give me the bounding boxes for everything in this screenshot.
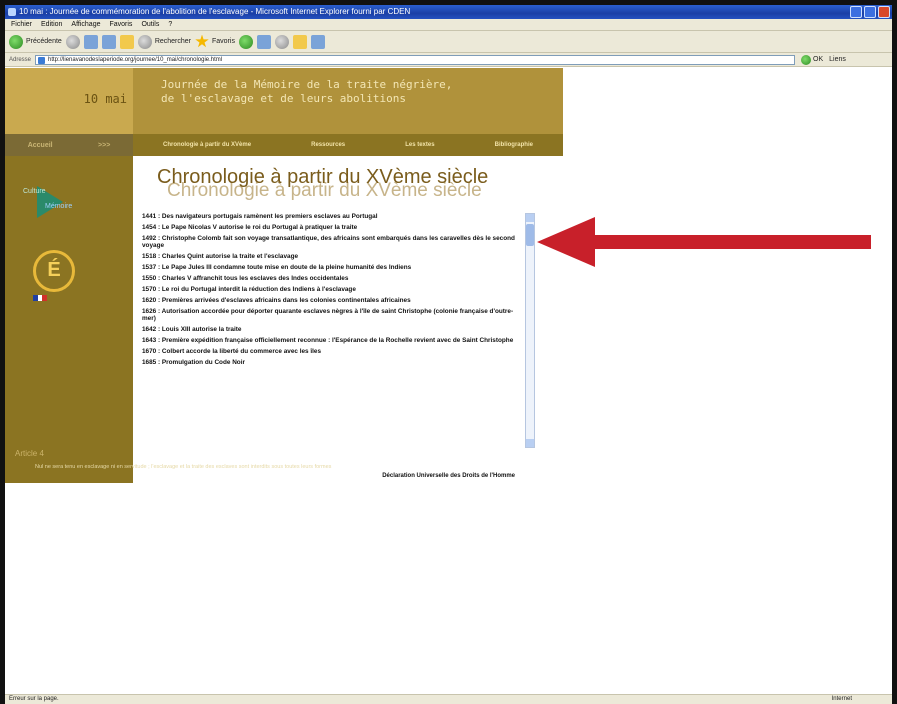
home-icon[interactable]	[119, 34, 134, 49]
page-viewport: 10 mai Accueil >>> Culture Mémoire É Art…	[5, 68, 892, 694]
forward-button-icon[interactable]	[65, 34, 80, 49]
address-label: Adresse	[9, 56, 32, 63]
list-item: 1537 : Le Pape Jules III condamne toute …	[142, 264, 412, 271]
chronology-scrollbar[interactable]	[525, 213, 535, 448]
menu-fichier[interactable]: Fichier	[11, 19, 32, 30]
menu-help[interactable]: ?	[168, 19, 172, 30]
favorites-label: Favoris	[212, 38, 235, 45]
window-controls	[850, 6, 890, 18]
list-item: 1620 : Premières arrivées d'esclaves afr…	[142, 297, 411, 304]
red-arrow-annotation	[537, 217, 871, 267]
home-arrow: >>>	[98, 141, 111, 149]
menu-edition[interactable]: Edition	[41, 19, 62, 30]
screen-frame: 10 mai : Journée de commémoration de l'a…	[0, 0, 897, 704]
status-text: Erreur sur la page.	[9, 696, 59, 702]
list-item: 1492 : Christophe Colomb fait son voyage…	[142, 235, 515, 249]
list-item: 1643 : Première expédition française off…	[142, 337, 514, 344]
list-item: 1626 : Autorisation accordée pour déport…	[142, 308, 514, 322]
chronology-list: 1441 : Des navigateurs portugais ramènen…	[142, 213, 526, 448]
maximize-button[interactable]	[864, 6, 876, 18]
links-button[interactable]: Liens	[829, 56, 846, 63]
list-item: 1441 : Des navigateurs portugais ramènen…	[142, 213, 378, 220]
nav-ressources[interactable]: Ressources	[311, 142, 345, 148]
menu-affichage[interactable]: Affichage	[71, 19, 100, 30]
favorites-button[interactable]: Favoris	[195, 34, 235, 49]
stop-icon[interactable]	[83, 34, 98, 49]
close-button[interactable]	[878, 6, 890, 18]
article-label: Article 4	[15, 449, 44, 458]
list-item: 1454 : Le Pape Nicolas V autorise le roi…	[142, 224, 358, 231]
search-label: Rechercher	[154, 38, 191, 45]
minimize-button[interactable]	[850, 6, 862, 18]
date-label: 10 mai	[5, 68, 133, 134]
go-button[interactable]: OK	[801, 54, 824, 65]
messenger-icon[interactable]	[310, 34, 325, 49]
list-item: 1550 : Charles V affranchit tous les esc…	[142, 275, 349, 282]
site-banner: Journée de la Mémoire de la traite négri…	[133, 68, 563, 134]
print-icon[interactable]	[274, 34, 289, 49]
nav-textes[interactable]: Les textes	[405, 142, 434, 148]
caption-quote: Nul ne sera tenu en esclavage ni en serv…	[35, 464, 332, 470]
banner-line-2: de l'esclavage et de leurs abolitions	[161, 92, 407, 105]
go-label: OK	[813, 56, 824, 63]
scroll-thumb[interactable]	[526, 224, 534, 246]
search-icon	[137, 34, 152, 49]
site-sidebar: 10 mai Accueil >>> Culture Mémoire É Art…	[5, 68, 133, 483]
logo-text-1: Culture	[23, 188, 46, 195]
list-item: 1685 : Promulgation du Code Noir	[142, 359, 245, 366]
back-label: Précédente	[26, 38, 62, 45]
list-item: 1518 : Charles Quint autorise la traite …	[142, 253, 299, 260]
education-logo[interactable]: É	[33, 250, 75, 292]
browser-toolbar: Précédente Rechercher Favoris	[5, 31, 892, 53]
go-arrow-icon	[801, 54, 812, 65]
page-heading: Chronologie à partir du XVème siècle Chr…	[157, 166, 567, 206]
folder-icon[interactable]	[292, 34, 307, 49]
nav-chronologie[interactable]: Chronologie à partir du XVème	[163, 142, 251, 148]
home-link[interactable]: Accueil	[28, 142, 53, 149]
status-zone: Internet	[831, 696, 852, 702]
menu-outils[interactable]: Outils	[141, 19, 159, 30]
search-button[interactable]: Rechercher	[137, 34, 191, 49]
list-item: 1570 : Le roi du Portugal interdit la ré…	[142, 286, 356, 293]
address-bar: Adresse http://lienavanodeslaperiode.org…	[5, 53, 892, 67]
menu-favoris[interactable]: Favoris	[109, 19, 132, 30]
window-title-bar: 10 mai : Journée de commémoration de l'a…	[5, 5, 892, 19]
culture-logo[interactable]: Culture Mémoire	[19, 184, 109, 218]
site-nav: Chronologie à partir du XVème Ressources…	[133, 134, 563, 156]
menu-bar: Fichier Edition Affichage Favoris Outils…	[5, 19, 892, 31]
ie-window-icon	[8, 8, 16, 16]
mail-icon[interactable]	[256, 34, 271, 49]
back-button[interactable]: Précédente	[9, 34, 62, 49]
history-icon[interactable]	[238, 34, 253, 49]
french-flag-icon	[33, 295, 48, 301]
scroll-up-icon[interactable]	[526, 214, 534, 222]
list-item: 1670 : Colbert accorde la liberté du com…	[142, 348, 322, 355]
list-item: 1642 : Louis XIII autorise la traite	[142, 326, 242, 333]
scroll-down-icon[interactable]	[526, 439, 534, 447]
back-arrow-icon	[9, 34, 23, 49]
window-title: 10 mai : Journée de commémoration de l'a…	[19, 7, 411, 16]
page-title: Chronologie à partir du XVème siècle	[157, 166, 489, 188]
nav-bibliographie[interactable]: Bibliographie	[495, 142, 533, 148]
caption-source: Déclaration Universelle des Droits de l'…	[382, 473, 515, 479]
sidebar-nav: Accueil >>>	[5, 134, 133, 156]
red-arrow-shape	[537, 217, 871, 267]
banner-line-1: Journée de la Mémoire de la traite négri…	[161, 78, 453, 91]
address-input[interactable]: http://lienavanodeslaperiode.org/journee…	[35, 54, 796, 65]
favorites-star-icon	[195, 34, 209, 48]
logo-text-2: Mémoire	[45, 203, 73, 210]
refresh-icon[interactable]	[101, 34, 116, 49]
status-bar: Erreur sur la page. Internet	[5, 694, 892, 704]
